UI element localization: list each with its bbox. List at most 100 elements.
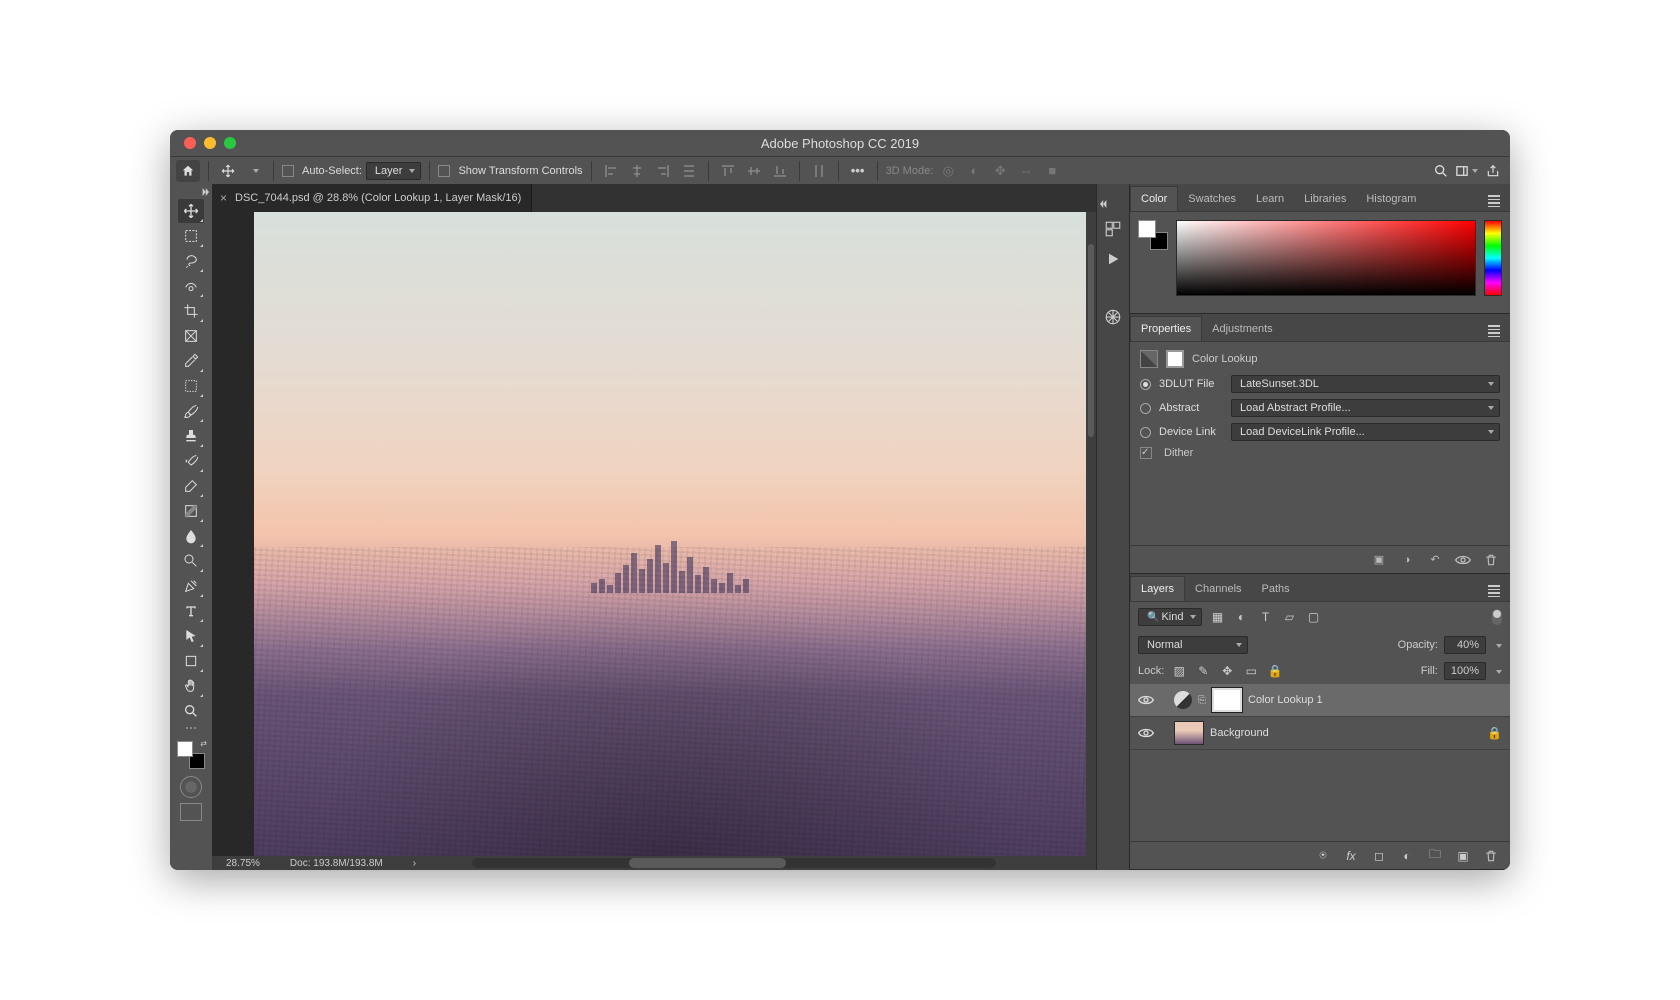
healing-tool[interactable]: [178, 374, 204, 398]
lock-all-icon[interactable]: 🔒: [1266, 662, 1284, 680]
path-select-tool[interactable]: [178, 624, 204, 648]
horizontal-scrollbar[interactable]: 28.75% Doc: 193.8M/193.8M ›: [212, 856, 1096, 870]
reset-icon[interactable]: ↶: [1426, 552, 1444, 568]
clip-to-layer-icon[interactable]: ▣: [1370, 552, 1388, 568]
layer-fx-icon[interactable]: fx: [1342, 847, 1360, 865]
document-tab[interactable]: × DSC_7044.psd @ 28.8% (Color Lookup 1, …: [212, 184, 532, 212]
view-previous-icon[interactable]: ◑: [1398, 552, 1416, 568]
lock-position-icon[interactable]: ✥: [1218, 662, 1236, 680]
dropdown-3dlut[interactable]: LateSunset.3DL: [1231, 375, 1500, 393]
tab-libraries[interactable]: Libraries: [1294, 187, 1356, 211]
more-align-icon[interactable]: •••: [847, 161, 869, 181]
brush-tool[interactable]: [178, 399, 204, 423]
visibility-toggle[interactable]: [1138, 725, 1154, 741]
add-mask-icon[interactable]: ◻: [1370, 847, 1388, 865]
dock-expand[interactable]: [1097, 200, 1129, 210]
radio-devicelink[interactable]: [1140, 427, 1151, 438]
lock-pixels-icon[interactable]: ✎: [1194, 662, 1212, 680]
vertical-scrollbar[interactable]: [1086, 212, 1096, 856]
crop-tool[interactable]: [178, 299, 204, 323]
gradient-tool[interactable]: [178, 499, 204, 523]
new-adjustment-icon[interactable]: ◐: [1398, 847, 1416, 865]
fill-field[interactable]: 100%: [1444, 662, 1486, 680]
new-layer-icon[interactable]: ▣: [1454, 847, 1472, 865]
shape-tool[interactable]: [178, 649, 204, 673]
dither-checkbox[interactable]: [1140, 447, 1152, 459]
color-fgbg[interactable]: [1138, 220, 1168, 250]
navigator-panel-icon[interactable]: [1102, 306, 1124, 328]
pen-tool[interactable]: [178, 574, 204, 598]
zoom-level[interactable]: 28.75%: [226, 858, 260, 869]
tab-learn[interactable]: Learn: [1246, 187, 1294, 211]
blur-tool[interactable]: [178, 524, 204, 548]
filter-type-icon[interactable]: T: [1256, 608, 1274, 626]
hue-slider[interactable]: [1484, 220, 1502, 296]
history-brush-tool[interactable]: [178, 449, 204, 473]
filter-kind-dropdown[interactable]: 🔍Kind: [1138, 608, 1202, 626]
filter-smart-icon[interactable]: ▢: [1304, 608, 1322, 626]
hand-tool[interactable]: [178, 674, 204, 698]
stamp-tool[interactable]: [178, 424, 204, 448]
screen-mode-toggle[interactable]: [180, 803, 202, 821]
move-tool[interactable]: [178, 199, 204, 223]
search-icon[interactable]: [1430, 161, 1452, 181]
fg-color-swatch[interactable]: [177, 741, 193, 757]
color-field[interactable]: [1176, 220, 1476, 296]
tab-layers[interactable]: Layers: [1130, 576, 1185, 601]
layer-row[interactable]: Background 🔒: [1130, 717, 1510, 750]
close-window[interactable]: [184, 137, 196, 149]
mask-icon[interactable]: [1166, 350, 1184, 368]
fill-flyout[interactable]: [1492, 665, 1502, 677]
toolbar-expand[interactable]: [170, 188, 212, 198]
tab-swatches[interactable]: Swatches: [1178, 187, 1246, 211]
tab-paths[interactable]: Paths: [1252, 577, 1300, 601]
radio-3dlut[interactable]: [1140, 379, 1151, 390]
doc-info-flyout[interactable]: ›: [413, 858, 416, 869]
filter-shape-icon[interactable]: ▱: [1280, 608, 1298, 626]
swap-colors-icon[interactable]: ⇄: [200, 739, 207, 748]
layer-row[interactable]: ⎘ Color Lookup 1: [1130, 684, 1510, 717]
delete-adjustment-icon[interactable]: [1482, 552, 1500, 568]
tool-preset-dropdown[interactable]: [243, 161, 265, 181]
home-button[interactable]: [176, 160, 200, 182]
toolbar-edit[interactable]: [180, 727, 202, 733]
new-group-icon[interactable]: 🗀: [1426, 847, 1444, 865]
tab-color[interactable]: Color: [1130, 186, 1178, 211]
quick-select-tool[interactable]: [178, 274, 204, 298]
history-panel-icon[interactable]: [1102, 218, 1124, 240]
dodge-tool[interactable]: [178, 549, 204, 573]
layer-name[interactable]: Background: [1210, 727, 1269, 739]
dropdown-devicelink[interactable]: Load DeviceLink Profile...: [1231, 423, 1500, 441]
eraser-tool[interactable]: [178, 474, 204, 498]
eyedropper-tool[interactable]: [178, 349, 204, 373]
lock-transparency-icon[interactable]: ▨: [1170, 662, 1188, 680]
share-icon[interactable]: [1482, 161, 1504, 181]
align-hcenter-icon[interactable]: [626, 161, 648, 181]
delete-layer-icon[interactable]: [1482, 847, 1500, 865]
opacity-flyout[interactable]: [1492, 639, 1502, 651]
fg-bg-swatches[interactable]: ⇄: [177, 741, 205, 769]
align-left-icon[interactable]: [600, 161, 622, 181]
align-top-icon[interactable]: [717, 161, 739, 181]
actions-panel-icon[interactable]: [1102, 248, 1124, 270]
quick-mask-toggle[interactable]: [180, 776, 202, 798]
link-layers-icon[interactable]: ⍟: [1314, 847, 1332, 865]
filter-pixel-icon[interactable]: ▦: [1208, 608, 1226, 626]
zoom-tool[interactable]: [178, 699, 204, 723]
marquee-tool[interactable]: [178, 224, 204, 248]
opacity-field[interactable]: 40%: [1444, 636, 1486, 654]
mask-thumb[interactable]: [1212, 688, 1242, 712]
align-bottom-icon[interactable]: [769, 161, 791, 181]
tab-adjustments[interactable]: Adjustments: [1202, 317, 1283, 341]
auto-select-dropdown[interactable]: Layer: [366, 162, 422, 180]
frame-tool[interactable]: [178, 324, 204, 348]
hscroll-thumb[interactable]: [629, 858, 786, 868]
color-panel-menu[interactable]: [1484, 181, 1504, 212]
minimize-window[interactable]: [204, 137, 216, 149]
align-vcenter-icon[interactable]: [743, 161, 765, 181]
dropdown-abstract[interactable]: Load Abstract Profile...: [1231, 399, 1500, 417]
blend-mode-dropdown[interactable]: Normal: [1138, 636, 1248, 654]
layer-name[interactable]: Color Lookup 1: [1248, 694, 1323, 706]
doc-info[interactable]: Doc: 193.8M/193.8M: [290, 858, 383, 869]
layers-panel-menu[interactable]: [1484, 571, 1504, 602]
